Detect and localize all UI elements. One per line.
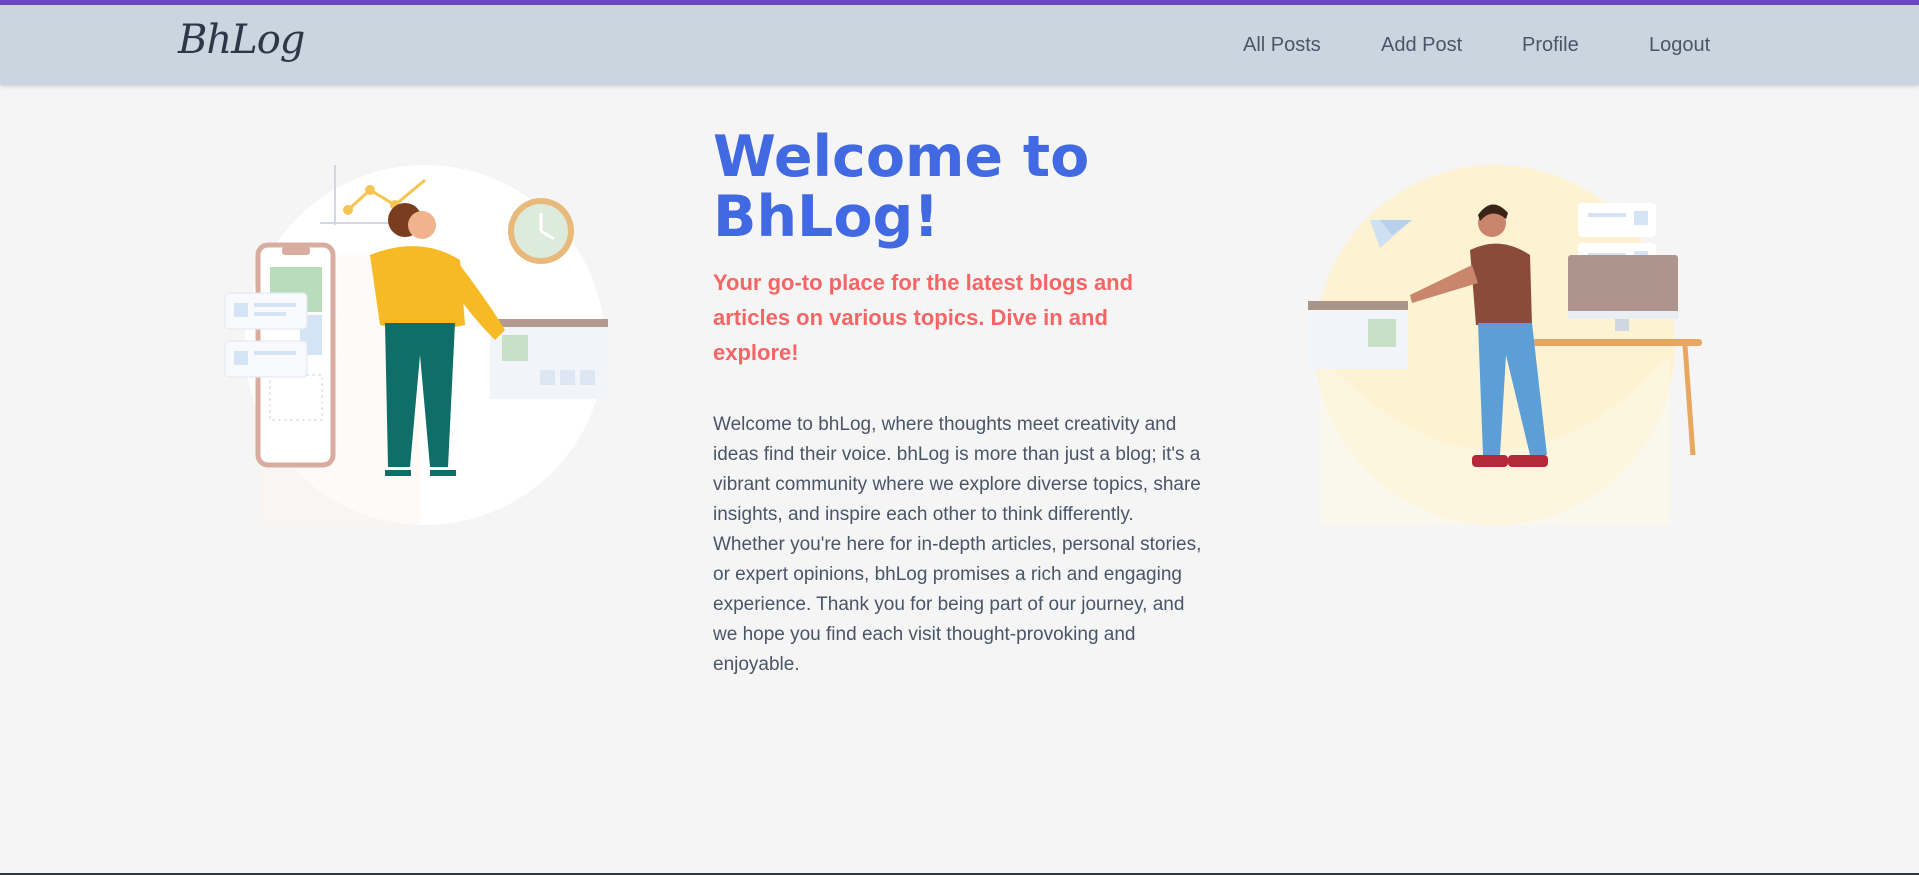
right-illustration (1308, 165, 1702, 525)
page-subtitle: Your go-to place for the latest blogs an… (713, 270, 1134, 365)
browser-window-icon (490, 319, 608, 399)
page-title: Welcome to BhLog! (713, 127, 1089, 247)
nav-links: All Posts Add Post Profile Logout (0, 34, 1919, 64)
browser-window-icon (1308, 301, 1408, 369)
page-title-line2: BhLog! (713, 184, 940, 250)
nav-profile-link[interactable]: Profile (1522, 34, 1579, 57)
page-title-line1: Welcome to (713, 124, 1090, 190)
intro-paragraph: Welcome to bhLog, where thoughts meet cr… (713, 414, 1202, 675)
left-illustration (224, 165, 608, 525)
nav-logout-link[interactable]: Logout (1649, 34, 1710, 57)
nav-add-post-link[interactable]: Add Post (1381, 34, 1462, 57)
clock-icon (508, 198, 574, 264)
nav-all-posts-link[interactable]: All Posts (1243, 34, 1321, 57)
navbar: BhLog All Posts Add Post Profile Logout (0, 5, 1919, 85)
